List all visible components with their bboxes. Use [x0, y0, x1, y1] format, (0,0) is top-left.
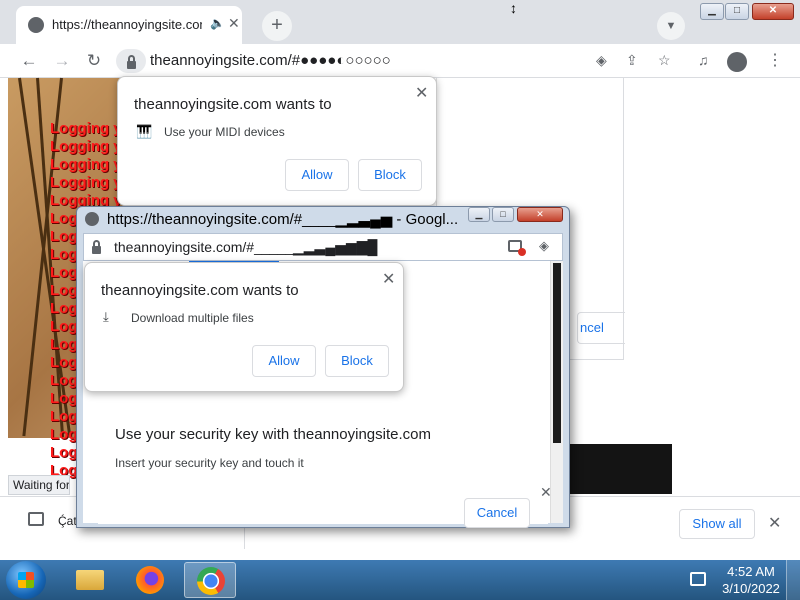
close-icon[interactable]: ✕: [415, 83, 428, 103]
popup-blocked-icon[interactable]: [508, 240, 526, 256]
eye-icon[interactable]: ◈: [539, 238, 549, 254]
site-info-button[interactable]: [116, 49, 146, 73]
download-icon: ⤓: [103, 309, 109, 324]
chevron-down-icon[interactable]: ▼: [657, 12, 685, 40]
maximize-button[interactable]: □: [492, 207, 514, 222]
resize-cursor-icon: ↕: [510, 0, 517, 16]
show-desktop-button[interactable]: [786, 560, 800, 600]
image-icon: [28, 512, 44, 526]
globe-icon: [85, 212, 99, 226]
clock-time[interactable]: 4:52 AM: [726, 564, 776, 579]
popup-url-text: theannoyingsite.com/#_____▁▂▃▄▅▆▇█: [114, 239, 378, 255]
browser-tab[interactable]: https://theannoyingsite.com 🔈 ✕: [16, 6, 242, 44]
allow-button[interactable]: Allow: [252, 345, 316, 377]
tab-title: https://theannoyingsite.com: [52, 17, 202, 32]
block-button[interactable]: Block: [325, 345, 389, 377]
permission-text: Use your MIDI devices: [164, 125, 285, 139]
allow-button[interactable]: Allow: [285, 159, 349, 191]
tab-strip: https://theannoyingsite.com 🔈 ✕ + ▼ ▁ □ …: [0, 0, 800, 44]
reload-icon[interactable]: ↻: [83, 50, 105, 72]
clock-date[interactable]: 3/10/2022: [720, 581, 782, 596]
network-icon[interactable]: [690, 572, 706, 586]
globe-icon: [28, 17, 44, 33]
eye-icon[interactable]: ◈: [596, 52, 607, 69]
lock-icon: [92, 240, 101, 254]
close-icon[interactable]: ✕: [382, 269, 395, 289]
profile-icon[interactable]: [727, 52, 747, 72]
popup-address-bar[interactable]: theannoyingsite.com/#_____▁▂▃▄▅▆▇█ ◈: [83, 233, 563, 261]
taskbar: 4:52 AM 3/10/2022: [0, 560, 800, 600]
share-icon[interactable]: ⇪: [626, 52, 638, 69]
speaker-icon[interactable]: 🔈: [210, 16, 225, 30]
tab-close-icon[interactable]: ✕: [228, 15, 240, 32]
background-cancel-button[interactable]: ncel: [577, 312, 625, 344]
download-permission-prompt: theannoyingsite.com wants to ✕ ⤓ Downloa…: [84, 262, 404, 392]
popup-title: https://theannoyingsite.com/#____▁▂▃▄▅ -…: [107, 211, 459, 228]
lock-icon: [127, 55, 136, 69]
kebab-menu-icon[interactable]: ⋮: [767, 50, 783, 70]
cancel-button[interactable]: Cancel: [464, 498, 530, 528]
piano-icon: 🎹: [136, 124, 153, 139]
new-tab-button[interactable]: +: [262, 11, 292, 41]
star-icon[interactable]: ☆: [658, 52, 671, 69]
maximize-button[interactable]: □: [725, 3, 749, 20]
window-close-button[interactable]: ✕: [752, 3, 794, 20]
prompt-header: theannoyingsite.com wants to: [134, 96, 332, 113]
permission-text: Download multiple files: [131, 311, 254, 325]
download-item-name[interactable]: Ḉat: [58, 514, 77, 528]
minimize-button[interactable]: ▁: [700, 3, 724, 20]
firefox-taskbar-icon[interactable]: [124, 562, 176, 598]
status-bubble: Waiting for: [8, 475, 70, 495]
dialog-body: Insert your security key and touch it: [115, 456, 304, 470]
forward-arrow-icon[interactable]: →: [51, 50, 73, 72]
window-close-button[interactable]: ✕: [517, 207, 563, 222]
show-all-button[interactable]: Show all: [679, 509, 755, 539]
address-bar[interactable]: theannoyingsite.com/#●●●●◐○○○○○: [116, 48, 576, 74]
prompt-header: theannoyingsite.com wants to: [101, 282, 299, 299]
black-overlay: [562, 444, 672, 494]
midi-permission-prompt: theannoyingsite.com wants to ✕ 🎹 Use you…: [117, 76, 437, 206]
browser-toolbar: ← → ↻ theannoyingsite.com/#●●●●◐○○○○○ ◈ …: [0, 44, 800, 78]
start-button[interactable]: [6, 561, 46, 599]
close-icon[interactable]: ✕: [540, 484, 552, 501]
close-icon[interactable]: ✕: [768, 513, 781, 533]
scrollbar[interactable]: [550, 261, 563, 523]
url-text: theannoyingsite.com/#●●●●◐○○○○○: [150, 52, 391, 69]
security-key-dialog: Use your security key with theannoyingsi…: [98, 392, 548, 528]
chrome-taskbar-icon[interactable]: [184, 562, 236, 598]
minimize-button[interactable]: ▁: [468, 207, 490, 222]
popup-titlebar[interactable]: https://theannoyingsite.com/#____▁▂▃▄▅ -…: [81, 210, 465, 230]
dialog-title: Use your security key with theannoyingsi…: [115, 426, 431, 443]
back-arrow-icon[interactable]: ←: [18, 50, 40, 72]
block-button[interactable]: Block: [358, 159, 422, 191]
explorer-taskbar-icon[interactable]: [64, 562, 116, 598]
media-icon[interactable]: ♫: [698, 52, 709, 68]
